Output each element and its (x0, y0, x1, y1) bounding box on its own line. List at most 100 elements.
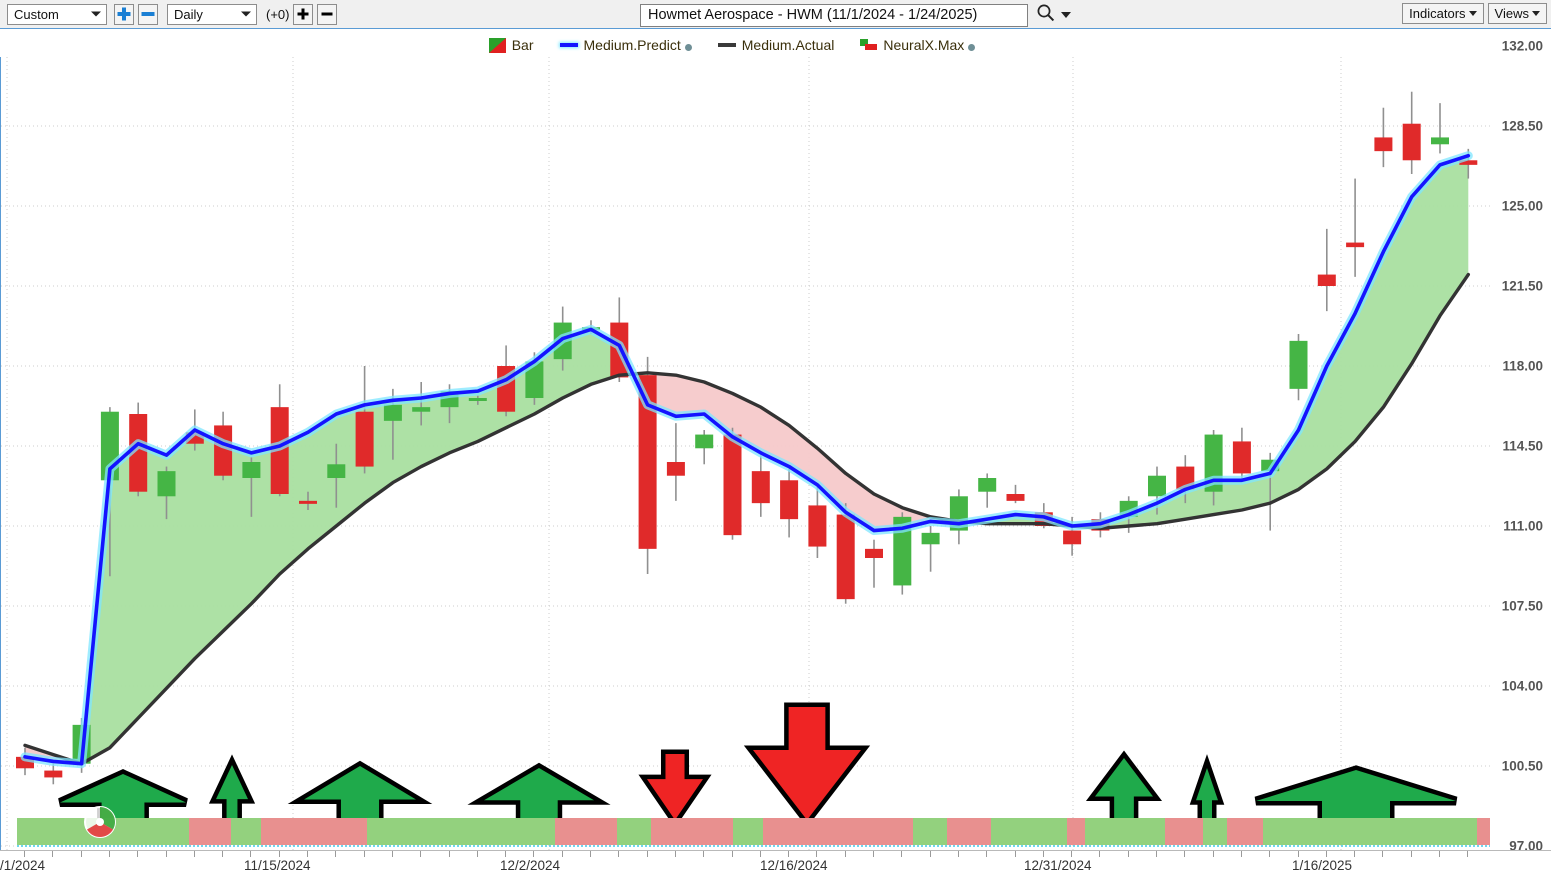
price-chart[interactable] (0, 57, 1490, 850)
x-axis-tick-mark (929, 851, 931, 857)
legend-item-bar[interactable]: Bar (488, 37, 534, 53)
signal-strip (17, 818, 1490, 847)
symbol-search-group (640, 3, 1071, 27)
x-axis-tick-label: 11/15/2024 (244, 858, 311, 873)
toolbar-right-buttons: Indicators Views (1398, 3, 1547, 24)
x-axis-tick-mark (1382, 851, 1384, 857)
strip-segment (651, 818, 733, 845)
candle-body (836, 514, 855, 600)
small-down-arrow-fill (647, 754, 703, 820)
x-axis-tick-label: 1/16/2025 (1292, 858, 1353, 873)
x-axis-tick-mark (1240, 851, 1242, 857)
strip-segment (1477, 818, 1490, 845)
candle-body (1431, 137, 1449, 145)
zoom-out-button[interactable]: − (138, 3, 158, 25)
y-axis-tick-label: 128.50 (1501, 118, 1543, 134)
candle-body (1317, 274, 1336, 286)
legend-status-dot-icon (684, 44, 692, 51)
zoom-in-button[interactable]: + (114, 3, 134, 25)
x-axis[interactable]: /1/2024 11/15/2024 12/2/2024 12/16/2024 12/3… (0, 850, 1551, 883)
candle-body (751, 471, 770, 504)
x-axis-tick-mark (1184, 851, 1186, 857)
strip-segment (231, 818, 261, 845)
candle-body (214, 425, 233, 476)
candle-body (1006, 494, 1025, 501)
candle-body (299, 500, 317, 504)
candle-body (1232, 441, 1251, 474)
range-select[interactable]: Custom (7, 3, 107, 25)
bar-remove-button[interactable]: − (317, 3, 338, 25)
y-axis-tick-label: 121.50 (1501, 278, 1543, 294)
legend-item-neuralx-max[interactable]: NeuralX.Max (860, 37, 976, 53)
range-select-value: Custom (14, 6, 59, 22)
views-button[interactable]: Views (1487, 3, 1547, 24)
x-axis-tick-mark (816, 851, 818, 857)
candle-body (978, 478, 997, 492)
x-axis-tick-mark (873, 851, 874, 857)
strip-segment (991, 818, 1067, 845)
x-axis-tick-mark (1127, 851, 1129, 857)
x-axis-tick-mark (24, 851, 25, 857)
search-icon[interactable] (1036, 3, 1055, 27)
candle-body (383, 404, 402, 421)
legend-status-dot-icon (968, 44, 976, 51)
bar-add-button[interactable]: + (293, 3, 314, 25)
x-axis-tick-mark (1439, 851, 1440, 857)
x-axis-tick-mark (703, 851, 705, 857)
x-axis-tick-label: /1/2024 (0, 858, 46, 873)
x-axis-tick-mark (1042, 851, 1044, 857)
x-axis-tick-mark (80, 851, 82, 857)
medium-up-arrow-fill (304, 766, 416, 820)
x-axis-tick-mark (505, 851, 507, 857)
y-axis[interactable]: 132.00 128.50 125.00 121.50 118.00 114.50 111.… (1490, 33, 1551, 854)
strip-segment (555, 818, 617, 845)
strip-segment (947, 818, 991, 845)
x-axis-tick-label: 12/2/2024 (500, 858, 561, 873)
legend-item-medium-predict[interactable]: Medium.Predict (559, 37, 692, 53)
x-axis-tick-mark (646, 851, 648, 857)
small-up-arrow-fill (216, 765, 248, 820)
x-axis-tick-mark (618, 851, 620, 857)
strip-segment (1203, 818, 1227, 845)
candle-body (412, 407, 431, 412)
strip-segment (527, 818, 555, 845)
legend-label: Bar (511, 37, 534, 53)
x-axis-tick-mark (137, 851, 139, 857)
symbol-input[interactable] (640, 3, 1028, 27)
x-axis-tick-mark (307, 851, 308, 857)
y-axis-tick-label: 111.00 (1503, 518, 1543, 534)
x-axis-tick-mark (957, 851, 959, 857)
legend-label: NeuralX.Max (883, 37, 965, 53)
x-axis-tick-mark (986, 851, 988, 857)
x-axis-tick-mark (1156, 851, 1157, 857)
candle-body (327, 464, 346, 478)
candle-body (723, 434, 742, 536)
indicators-button[interactable]: Indicators (1402, 3, 1484, 24)
x-axis-tick-mark (1354, 851, 1356, 857)
large-up-arrow-fill (60, 774, 186, 820)
x-axis-tick-mark (420, 851, 422, 857)
line-swatch-icon (717, 43, 736, 47)
strip-segment (367, 818, 527, 845)
interval-select[interactable]: Daily (167, 3, 257, 25)
indicators-label: Indicators (1409, 6, 1466, 21)
chevron-down-icon[interactable] (1061, 12, 1071, 18)
strip-segment (1085, 818, 1165, 845)
candle-body (1402, 123, 1421, 161)
prediction-band (25, 155, 1469, 764)
x-axis-tick-mark (193, 851, 195, 857)
candle-body (1148, 475, 1166, 497)
x-axis-tick-mark (165, 851, 167, 857)
x-axis-tick-mark (1269, 851, 1271, 857)
offset-label: (+0) (266, 6, 290, 22)
x-axis-tick-mark (335, 851, 337, 857)
x-axis-tick-label: 12/16/2024 (760, 858, 828, 873)
strip-segment (189, 818, 231, 845)
x-axis-tick-mark (278, 851, 280, 857)
signal-arrows (58, 702, 1458, 828)
candle-body (695, 434, 714, 449)
large-down-arrow-fill (753, 707, 861, 820)
chart-legend: Bar Medium.Predict Medium.Actual NeuralX… (0, 33, 1490, 57)
legend-item-medium-actual[interactable]: Medium.Actual (717, 37, 834, 53)
chevron-down-icon (241, 11, 251, 17)
